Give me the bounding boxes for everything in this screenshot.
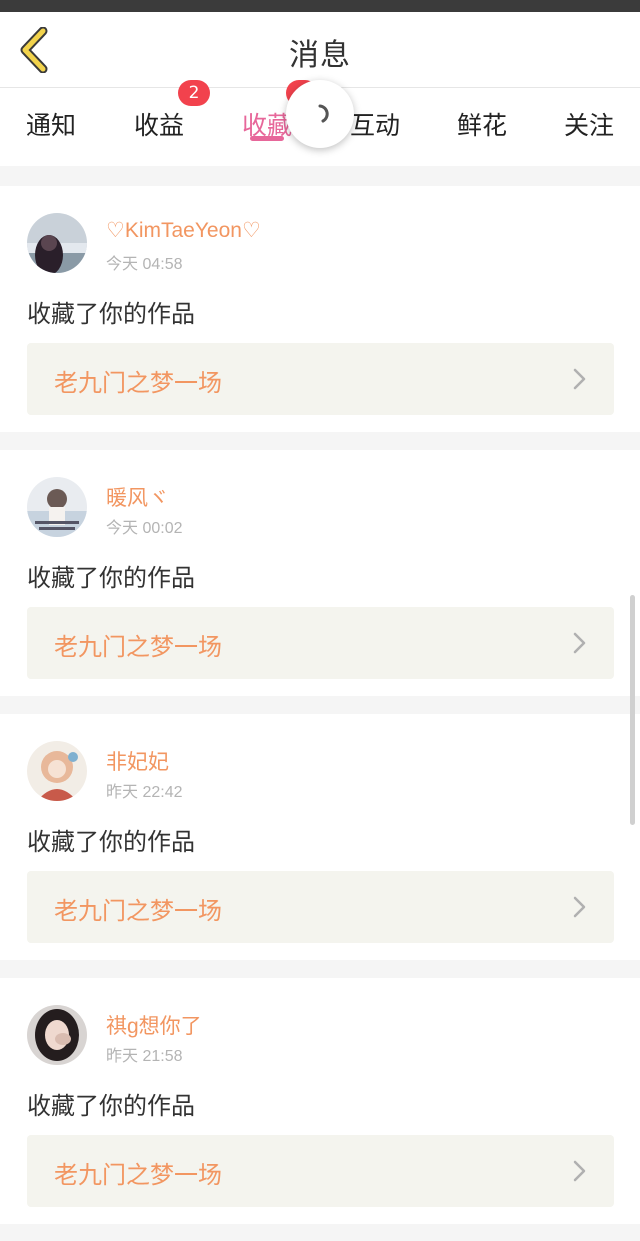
chevron-right-icon bbox=[573, 632, 586, 654]
action-text: 收藏了你的作品 bbox=[27, 828, 195, 856]
avatar[interactable] bbox=[27, 741, 87, 801]
active-tab-indicator bbox=[250, 136, 284, 141]
avatar[interactable] bbox=[27, 1005, 87, 1065]
work-title: 老九门之梦一场 bbox=[54, 369, 222, 397]
action-text: 收藏了你的作品 bbox=[27, 300, 195, 328]
work-link[interactable]: 老九门之梦一场 bbox=[27, 343, 614, 415]
work-title: 老九门之梦一场 bbox=[54, 633, 222, 661]
work-title: 老九门之梦一场 bbox=[54, 1161, 222, 1189]
chevron-right-icon bbox=[573, 1160, 586, 1182]
app-header: 消息 bbox=[0, 12, 640, 88]
list-item: 暖风ヾ 今天 00:02 收藏了你的作品 老九门之梦一场 bbox=[0, 450, 640, 696]
work-link[interactable]: 老九门之梦一场 bbox=[27, 1135, 614, 1207]
avatar[interactable] bbox=[27, 213, 87, 273]
tab-interactions[interactable]: 互动 bbox=[350, 100, 400, 148]
earnings-badge: 2 bbox=[178, 80, 210, 106]
username[interactable]: ♡KimTaeYeon♡ bbox=[106, 218, 261, 243]
timestamp: 昨天 21:58 bbox=[106, 1048, 183, 1065]
tab-notifications[interactable]: 通知 bbox=[26, 100, 76, 148]
chevron-right-icon bbox=[573, 368, 586, 390]
work-title: 老九门之梦一场 bbox=[54, 897, 222, 925]
floating-loading-button[interactable] bbox=[286, 80, 354, 148]
timestamp: 今天 00:02 bbox=[106, 520, 183, 537]
tab-follows[interactable]: 关注 bbox=[564, 100, 614, 148]
avatar[interactable] bbox=[27, 477, 87, 537]
username[interactable]: 非妃妃 bbox=[106, 746, 169, 776]
scrollbar[interactable] bbox=[630, 595, 635, 825]
list-item: 非妃妃 昨天 22:42 收藏了你的作品 老九门之梦一场 bbox=[0, 714, 640, 960]
tab-flowers[interactable]: 鲜花 bbox=[457, 100, 507, 148]
list-item: 祺g想你了 昨天 21:58 收藏了你的作品 老九门之梦一场 bbox=[0, 978, 640, 1224]
list-item: ♡KimTaeYeon♡ 今天 04:58 收藏了你的作品 老九门之梦一场 bbox=[0, 186, 640, 432]
action-text: 收藏了你的作品 bbox=[27, 1092, 195, 1120]
status-bar bbox=[0, 0, 640, 12]
username[interactable]: 祺g想你了 bbox=[106, 1010, 202, 1040]
loading-spinner-icon bbox=[318, 104, 329, 123]
work-link[interactable]: 老九门之梦一场 bbox=[27, 607, 614, 679]
chevron-right-icon bbox=[573, 896, 586, 918]
work-link[interactable]: 老九门之梦一场 bbox=[27, 871, 614, 943]
username[interactable]: 暖风ヾ bbox=[106, 482, 169, 512]
page-title: 消息 bbox=[289, 38, 351, 73]
tab-earnings[interactable]: 收益 bbox=[134, 100, 184, 148]
timestamp: 昨天 22:42 bbox=[106, 784, 183, 801]
timestamp: 今天 04:58 bbox=[106, 256, 183, 273]
action-text: 收藏了你的作品 bbox=[27, 564, 195, 592]
